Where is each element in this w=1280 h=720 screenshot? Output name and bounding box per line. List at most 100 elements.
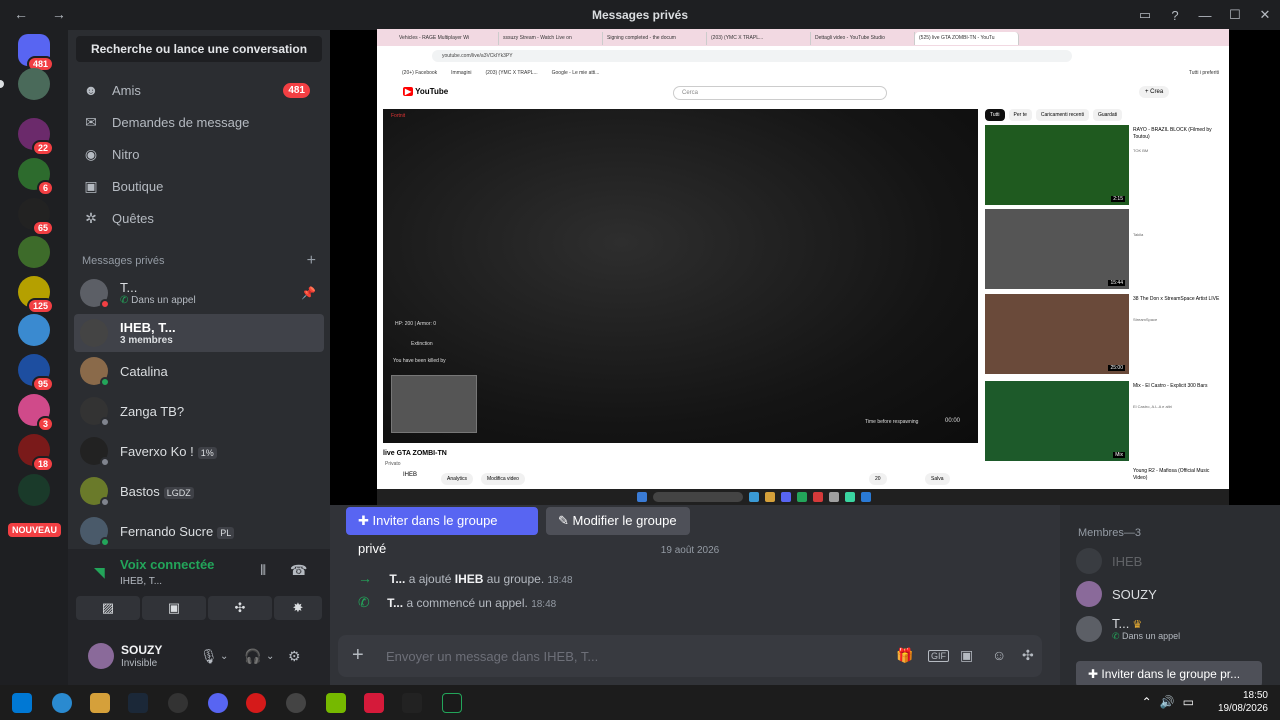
server-icon[interactable]: 125 bbox=[18, 276, 54, 314]
screen-share-button[interactable]: ▣ bbox=[142, 596, 206, 620]
minimize-button[interactable]: — bbox=[1190, 8, 1220, 23]
like-count: 20 bbox=[869, 473, 887, 485]
server-icon[interactable]: 18 bbox=[18, 434, 54, 472]
app-icon[interactable] bbox=[168, 693, 188, 713]
server-icon[interactable]: 65 bbox=[18, 198, 54, 236]
pin-icon[interactable]: 📌 bbox=[301, 286, 316, 300]
system-message: ✆ T... a commencé un appel. 18:48 bbox=[358, 594, 557, 610]
server-list: 481 22 6 65 125 95 3 18 NOUVEAU bbox=[0, 30, 68, 685]
noise-suppression-icon[interactable]: ⦀ bbox=[260, 562, 266, 579]
avatar[interactable] bbox=[88, 643, 114, 669]
avatar bbox=[80, 477, 110, 507]
chevron-down-icon[interactable]: ⌄ bbox=[220, 651, 228, 662]
nav-label: Amis bbox=[112, 82, 141, 98]
message-input[interactable] bbox=[386, 645, 866, 667]
steam-icon[interactable] bbox=[128, 693, 148, 713]
inbox-icon[interactable]: ▭ bbox=[1130, 7, 1160, 23]
edit-group-button[interactable]: ✎ Modifier le groupe bbox=[546, 507, 690, 535]
avatar bbox=[80, 437, 110, 467]
app-icon[interactable] bbox=[402, 693, 422, 713]
dm-item[interactable]: Faverxo Ko ! 1% bbox=[74, 432, 324, 470]
browser-url-bar: youtube.com/live/a3VCkIYk3PY bbox=[432, 50, 1072, 62]
activities-button[interactable]: ✣ bbox=[208, 596, 272, 620]
youtube-header: ▶ YouTube Cerca + Crea bbox=[377, 84, 1229, 104]
sticker-icon[interactable]: ▣ bbox=[960, 647, 973, 664]
phone-icon: ✆ bbox=[358, 594, 370, 610]
server-icon[interactable] bbox=[18, 474, 50, 506]
server-icon[interactable]: 95 bbox=[18, 354, 54, 392]
server-icon[interactable]: 22 bbox=[18, 118, 54, 156]
member-item[interactable]: T... ♛ ✆ Dans un appel bbox=[1076, 611, 1276, 647]
nav-friends[interactable]: ☻ Amis 481 bbox=[76, 75, 322, 105]
create-dm-icon[interactable]: + bbox=[307, 252, 316, 270]
dm-name: Catalina bbox=[120, 363, 168, 379]
dm-item[interactable]: Fernando Sucre PL bbox=[74, 512, 324, 550]
gift-icon[interactable]: 🎁 bbox=[896, 647, 913, 664]
dm-item[interactable]: Zanga TB? bbox=[74, 392, 324, 430]
nav-quests[interactable]: ✲ Quêtes bbox=[76, 203, 322, 233]
server-icon[interactable]: 3 bbox=[18, 394, 54, 432]
dm-item-selected[interactable]: IHEB, T... 3 membres bbox=[74, 314, 324, 352]
server-icon[interactable] bbox=[18, 236, 50, 268]
app-icon[interactable] bbox=[364, 693, 384, 713]
file-explorer-icon[interactable] bbox=[90, 693, 110, 713]
chat-area: ✚ Inviter dans le groupe privé ✎ Modifie… bbox=[330, 505, 1060, 685]
gif-icon[interactable]: GIF bbox=[928, 650, 949, 662]
search-conversation-button[interactable]: Recherche ou lance une conversation bbox=[76, 36, 322, 62]
date-divider: 19 août 2026 bbox=[660, 545, 720, 556]
emoji-icon[interactable]: ☺ bbox=[992, 647, 1006, 663]
disconnect-icon[interactable]: ☎ bbox=[290, 562, 307, 579]
nav-shop[interactable]: ▣ Boutique bbox=[76, 171, 322, 201]
dm-item[interactable]: Catalina bbox=[74, 352, 324, 390]
dm-item[interactable]: T... ✆ Dans un appel 📌 bbox=[74, 274, 324, 312]
windows-start-icon[interactable] bbox=[12, 693, 32, 713]
new-badge[interactable]: NOUVEAU bbox=[8, 523, 62, 537]
avatar bbox=[80, 279, 110, 309]
nav-message-requests[interactable]: ✉ Demandes de message bbox=[76, 107, 322, 137]
user-status: Invisible bbox=[121, 658, 158, 669]
invite-to-group-button[interactable]: ✚ Inviter dans le groupe pr... bbox=[1076, 661, 1262, 687]
edge-icon[interactable] bbox=[52, 693, 72, 713]
clock[interactable]: 18:50 19/08/2026 bbox=[1218, 689, 1268, 715]
camera-off-button[interactable]: ▨ bbox=[76, 596, 140, 620]
system-tray[interactable]: ⌃🔊▭ bbox=[1142, 695, 1202, 709]
headphones-icon[interactable]: 🎧 bbox=[244, 648, 261, 665]
dm-item[interactable]: Bastos LGDZ bbox=[74, 472, 324, 510]
close-button[interactable]: ✕ bbox=[1250, 7, 1280, 23]
nav-label: Demandes de message bbox=[112, 114, 250, 130]
microphone-icon[interactable]: 🎙 bbox=[200, 648, 218, 665]
soundboard-button[interactable]: ✸ bbox=[274, 596, 322, 620]
avatar bbox=[1076, 548, 1102, 574]
maximize-button[interactable]: ☐ bbox=[1220, 7, 1250, 23]
opera-icon[interactable] bbox=[246, 693, 266, 713]
add-attachment-icon[interactable]: + bbox=[352, 644, 364, 667]
server-icon[interactable]: 6 bbox=[18, 158, 54, 196]
member-item[interactable]: SOUZY bbox=[1076, 576, 1276, 612]
app-icon[interactable] bbox=[286, 693, 306, 713]
nav-nitro[interactable]: ◉ Nitro bbox=[76, 139, 322, 169]
shop-icon: ▣ bbox=[84, 177, 98, 194]
nvidia-icon[interactable] bbox=[326, 693, 346, 713]
apps-icon[interactable]: ✣ bbox=[1022, 647, 1034, 664]
discord-icon[interactable] bbox=[208, 693, 228, 713]
server-icon[interactable] bbox=[0, 68, 50, 100]
member-item[interactable]: IHEB bbox=[1076, 543, 1276, 579]
invite-to-group-button[interactable]: ✚ Inviter dans le groupe privé bbox=[346, 507, 538, 556]
add-user-icon: ✚ bbox=[358, 513, 373, 528]
home-button[interactable]: 481 bbox=[18, 34, 54, 72]
server-icon[interactable] bbox=[18, 314, 50, 346]
recommended-video: RAYO - BRAZIL BLOCK (Filmed by Toutou) T… bbox=[985, 125, 1225, 205]
avatar bbox=[1076, 616, 1102, 642]
chevron-down-icon[interactable]: ⌄ bbox=[266, 651, 274, 662]
dm-name: Faverxo Ko ! bbox=[120, 443, 194, 459]
help-icon[interactable]: ? bbox=[1160, 8, 1190, 23]
arrow-right-icon: → bbox=[358, 570, 372, 586]
voice-channel[interactable]: IHEB, T... bbox=[120, 576, 162, 587]
app-icon[interactable] bbox=[442, 693, 462, 713]
username: SOUZY bbox=[121, 643, 163, 657]
settings-gear-icon[interactable]: ⚙ bbox=[288, 648, 301, 665]
streamed-browser-window: Vehicles - RAGE Multiplayer Wi sssuzy St… bbox=[377, 29, 1229, 506]
avatar bbox=[80, 517, 110, 547]
system-message: → T... a ajouté IHEB au groupe. 18:48 bbox=[358, 570, 573, 586]
browser-tab-strip: Vehicles - RAGE Multiplayer Wi sssuzy St… bbox=[377, 29, 1229, 46]
